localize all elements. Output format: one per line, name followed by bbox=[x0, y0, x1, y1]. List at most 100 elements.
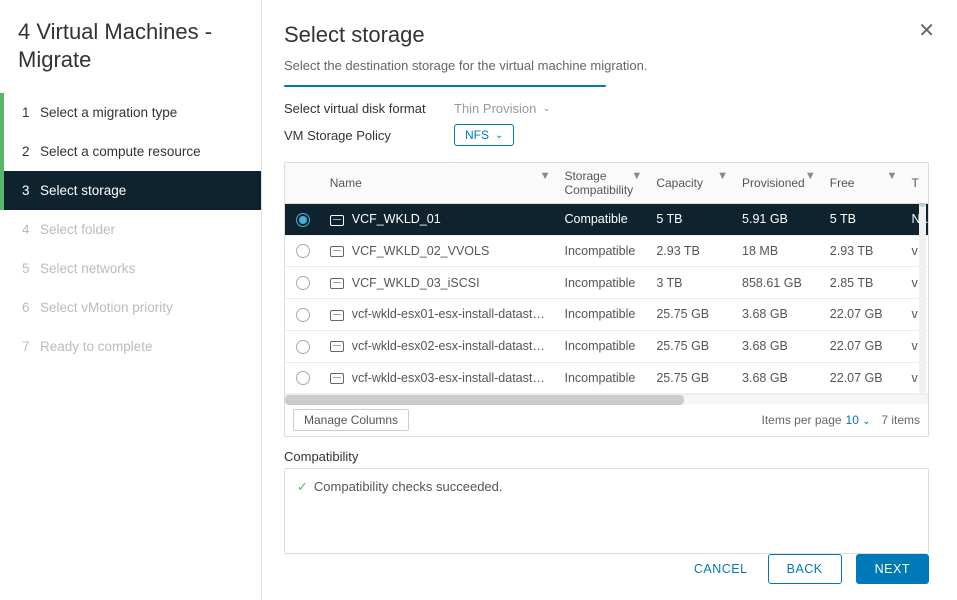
row-name: VCF_WKLD_02_VVOLS bbox=[352, 244, 490, 258]
row-name: VCF_WKLD_01 bbox=[352, 212, 441, 226]
row-free: 2.85 TB bbox=[822, 267, 904, 299]
step-number: 6 bbox=[22, 300, 30, 315]
row-compat: Incompatible bbox=[556, 299, 648, 331]
filter-icon[interactable]: ▼ bbox=[540, 170, 551, 182]
datastore-tbody: VCF_WKLD_01Compatible5 TB5.91 GB5 TBNVCF… bbox=[285, 204, 928, 394]
col-free[interactable]: Free▼ bbox=[822, 163, 904, 204]
cancel-button[interactable]: CANCEL bbox=[688, 554, 754, 584]
chevron-down-icon: ⌄ bbox=[862, 416, 870, 427]
step-number: 1 bbox=[22, 105, 30, 120]
row-capacity: 2.93 TB bbox=[648, 235, 734, 267]
step-label: Select folder bbox=[40, 222, 115, 237]
check-icon: ✓ bbox=[297, 479, 308, 494]
disk-format-select[interactable]: Thin Provision ⌄ bbox=[454, 101, 551, 116]
row-name: vcf-wkld-esx03-esx-install-datastore bbox=[352, 371, 551, 385]
col-provisioned[interactable]: Provisioned▼ bbox=[734, 163, 822, 204]
tab-batch-configure[interactable]: BATCH CONFIGURE bbox=[285, 86, 437, 87]
datastore-table: Name▼ Storage Compatibility▼ Capacity▼ P… bbox=[284, 162, 929, 437]
table-row[interactable]: vcf-wkld-esx01-esx-install-datastore Inco… bbox=[285, 299, 928, 331]
row-compat: Compatible bbox=[556, 204, 648, 236]
storage-policy-label: VM Storage Policy bbox=[284, 128, 454, 143]
next-button[interactable]: NEXT bbox=[856, 554, 929, 584]
col-select bbox=[285, 163, 322, 204]
row-free: 5 TB bbox=[822, 204, 904, 236]
filter-icon[interactable]: ▼ bbox=[717, 170, 728, 182]
row-capacity: 3 TB bbox=[648, 267, 734, 299]
table-row[interactable]: vcf-wkld-esx02-esx-install-datastoreInco… bbox=[285, 330, 928, 362]
datastore-icon bbox=[330, 278, 344, 289]
col-compat[interactable]: Storage Compatibility▼ bbox=[556, 163, 648, 204]
wizard-title: 4 Virtual Machines - Migrate bbox=[0, 18, 261, 93]
wizard-sidebar: 4 Virtual Machines - Migrate 1Select a m… bbox=[0, 0, 262, 600]
step-number: 2 bbox=[22, 144, 30, 159]
step-label: Select storage bbox=[40, 183, 126, 198]
step-number: 4 bbox=[22, 222, 30, 237]
wizard-step: 4 Select folder bbox=[0, 210, 261, 249]
row-free: 2.93 TB bbox=[822, 235, 904, 267]
col-type[interactable]: T bbox=[903, 163, 928, 204]
row-radio[interactable] bbox=[296, 213, 310, 227]
filter-icon[interactable]: ▼ bbox=[805, 170, 816, 182]
row-radio[interactable] bbox=[296, 276, 310, 290]
filter-icon[interactable]: ▼ bbox=[887, 170, 898, 182]
row-capacity: 5 TB bbox=[648, 204, 734, 236]
compatibility-heading: Compatibility bbox=[284, 449, 929, 464]
row-capacity: 25.75 GB bbox=[648, 330, 734, 362]
row-name: vcf-wkld-esx01-esx-install-datastore bbox=[352, 307, 551, 321]
compatibility-message: Compatibility checks succeeded. bbox=[314, 479, 503, 494]
row-provisioned: 5.91 GB bbox=[734, 204, 822, 236]
main-panel: ✕ Select storage Select the destination … bbox=[262, 0, 957, 600]
manage-columns-button[interactable]: Manage Columns bbox=[293, 409, 409, 431]
row-provisioned: 3.68 GB bbox=[734, 362, 822, 394]
items-per-page-select[interactable]: 10 ⌄ bbox=[846, 413, 871, 427]
wizard-step[interactable]: 2Select a compute resource bbox=[0, 132, 261, 171]
table-row[interactable]: VCF_WKLD_01Compatible5 TB5.91 GB5 TBN bbox=[285, 204, 928, 236]
table-row[interactable]: VCF_WKLD_02_VVOLSIncompatible2.93 TB18 M… bbox=[285, 235, 928, 267]
disk-format-value: Thin Provision bbox=[454, 101, 536, 116]
col-capacity[interactable]: Capacity▼ bbox=[648, 163, 734, 204]
compatibility-box: ✓ Compatibility checks succeeded. bbox=[284, 468, 929, 554]
wizard-step: 6Select vMotion priority bbox=[0, 288, 261, 327]
row-provisioned: 18 MB bbox=[734, 235, 822, 267]
datastore-icon bbox=[330, 310, 344, 321]
storage-policy-select[interactable]: NFS ⌄ bbox=[454, 124, 514, 146]
row-free: 22.07 GB bbox=[822, 362, 904, 394]
row-radio[interactable] bbox=[296, 340, 310, 354]
filter-icon[interactable]: ▼ bbox=[631, 170, 642, 182]
row-provisioned: 3.68 GB bbox=[734, 299, 822, 331]
step-label: Ready to complete bbox=[40, 339, 153, 354]
row-provisioned: 858.61 GB bbox=[734, 267, 822, 299]
tab-configure-per-disk[interactable]: CONFIGURE PER DISK bbox=[437, 86, 606, 87]
wizard-step: 5Select networks bbox=[0, 249, 261, 288]
page-title: Select storage bbox=[284, 22, 929, 48]
row-name: vcf-wkld-esx02-esx-install-datastore bbox=[352, 339, 551, 353]
row-free: 22.07 GB bbox=[822, 330, 904, 362]
disk-format-row: Select virtual disk format Thin Provisio… bbox=[284, 101, 929, 116]
row-compat: Incompatible bbox=[556, 267, 648, 299]
storage-policy-value: NFS bbox=[465, 128, 489, 142]
items-per-page-label: Items per page bbox=[762, 413, 842, 427]
close-icon[interactable]: ✕ bbox=[918, 18, 935, 43]
wizard-step[interactable]: 1Select a migration type bbox=[0, 93, 261, 132]
compatibility-section: Compatibility ✓ Compatibility checks succ… bbox=[284, 449, 929, 554]
table-row[interactable]: VCF_WKLD_03_iSCSI Incompatible3 TB858.61 … bbox=[285, 267, 928, 299]
col-name[interactable]: Name▼ bbox=[322, 163, 557, 204]
row-radio[interactable] bbox=[296, 244, 310, 258]
row-radio[interactable] bbox=[296, 371, 310, 385]
row-radio[interactable] bbox=[296, 308, 310, 322]
horizontal-scrollbar[interactable] bbox=[285, 394, 928, 404]
scrollbar-thumb[interactable] bbox=[285, 395, 684, 405]
row-name: VCF_WKLD_03_iSCSI bbox=[352, 276, 480, 290]
wizard-step: 3 Select storage bbox=[0, 171, 261, 210]
row-capacity: 25.75 GB bbox=[648, 299, 734, 331]
back-button[interactable]: BACK bbox=[768, 554, 842, 584]
row-capacity: 25.75 GB bbox=[648, 362, 734, 394]
wizard-steps: 1Select a migration type2Select a comput… bbox=[0, 93, 261, 366]
table-row[interactable]: vcf-wkld-esx03-esx-install-datastore Inco… bbox=[285, 362, 928, 394]
row-free: 22.07 GB bbox=[822, 299, 904, 331]
step-number: 3 bbox=[22, 183, 30, 198]
step-number: 5 bbox=[22, 261, 30, 276]
dialog-footer: CANCEL BACK NEXT bbox=[284, 554, 929, 584]
table-footer: Manage Columns Items per page 10 ⌄ 7 ite… bbox=[285, 404, 928, 436]
row-compat: Incompatible bbox=[556, 362, 648, 394]
